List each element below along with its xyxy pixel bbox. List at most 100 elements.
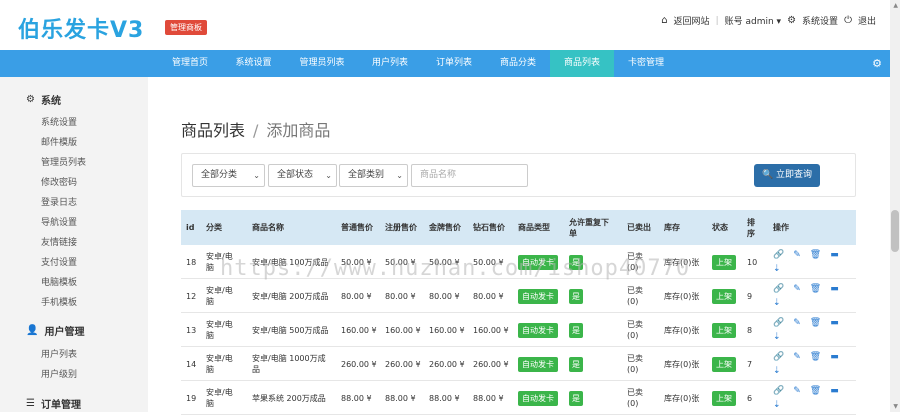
card-icon[interactable]: ▬	[830, 250, 839, 261]
col-ops: 操作	[773, 223, 789, 232]
nav-item-admin-list[interactable]: 管理员列表	[290, 50, 354, 77]
nav-item-card-management[interactable]: 卡密管理	[618, 50, 674, 77]
cell-id: 18	[186, 257, 197, 267]
logout-link[interactable]: 退出	[858, 14, 876, 27]
cell-status: 上架	[712, 279, 736, 313]
sidebar-item-change-password[interactable]: 修改密码	[41, 175, 77, 188]
cell-name: 安卓/电脑 1000万成品	[252, 354, 326, 374]
card-icon[interactable]: ▬	[830, 284, 839, 295]
breadcrumb-add-product[interactable]: 添加商品	[266, 121, 330, 140]
chevron-down-icon: ⌄	[253, 171, 260, 180]
account-label: 账号 admin	[724, 17, 774, 27]
sidebar-item-mail-template[interactable]: 邮件模版	[41, 135, 77, 148]
repeat-badge: 是	[569, 390, 583, 406]
cell-status: 上架	[712, 313, 736, 347]
sidebar-item-pc-template[interactable]: 电脑模板	[41, 275, 77, 288]
repeat-badge: 是	[569, 356, 583, 372]
cell-sold: 已卖(0)	[627, 286, 643, 306]
status-badge[interactable]: 上架	[712, 322, 736, 338]
cell-sold: 已卖(0)	[627, 354, 643, 374]
sidebar-item-login-log[interactable]: 登录日志	[41, 195, 77, 208]
cell-id: 19	[186, 393, 197, 403]
scrollbar[interactable]: ▲ ▼	[890, 0, 900, 412]
status-select[interactable]: 全部状态 ⌄	[268, 164, 337, 187]
link-icon[interactable]: 🔗	[773, 318, 784, 329]
sidebar-section-order-management[interactable]: ☰ 订单管理	[26, 396, 81, 411]
download-icon[interactable]: ⇣	[773, 332, 781, 343]
edit-icon[interactable]: ✎	[793, 318, 801, 329]
cell-ops: 🔗 ✎ 🗑 ▬ ⇣	[773, 245, 843, 279]
download-icon[interactable]: ⇣	[773, 400, 781, 411]
sidebar-item-system-settings[interactable]: 系统设置	[41, 115, 77, 128]
trash-icon[interactable]: 🗑	[810, 386, 821, 397]
sidebar-item-user-level[interactable]: 用户级别	[41, 367, 77, 380]
sidebar-section-system[interactable]: ⚙ 系统	[26, 92, 61, 107]
nav-item-order-list[interactable]: 订单列表	[426, 50, 482, 77]
divider: |	[715, 15, 719, 26]
cell-stock: 库存(0)张	[664, 359, 700, 369]
edit-icon[interactable]: ✎	[793, 386, 801, 397]
logo-badge: 管理商板	[165, 20, 207, 35]
nav-item-product-list[interactable]: 商品列表	[550, 50, 614, 77]
cell-sort: 10	[747, 257, 758, 267]
download-icon[interactable]: ⇣	[773, 298, 781, 309]
settings-link[interactable]: 系统设置	[802, 14, 838, 27]
col-name: 商品名称	[252, 223, 284, 232]
sidebar-item-payment-settings[interactable]: 支付设置	[41, 255, 77, 268]
back-site-link[interactable]: 返回网站	[674, 14, 710, 27]
status-badge[interactable]: 上架	[712, 254, 736, 270]
product-name-input[interactable]: 商品名称	[411, 164, 528, 187]
nav-item-product-category[interactable]: 商品分类	[490, 50, 546, 77]
nav-item-system-settings[interactable]: 系统设置	[225, 50, 282, 77]
col-price-normal: 普通售价	[341, 223, 373, 232]
sidebar-item-mobile-template[interactable]: 手机模板	[41, 295, 77, 308]
sidebar-item-user-list[interactable]: 用户列表	[41, 347, 77, 360]
link-icon[interactable]: 🔗	[773, 386, 784, 397]
account-dropdown[interactable]: 账号 admin ▾	[725, 14, 781, 27]
trash-icon[interactable]: 🗑	[810, 318, 821, 329]
edit-icon[interactable]: ✎	[793, 284, 801, 295]
power-icon: ⏻	[844, 15, 852, 26]
status-badge[interactable]: 上架	[712, 390, 736, 406]
sidebar-item-friend-links[interactable]: 友情链接	[41, 235, 77, 248]
card-icon[interactable]: ▬	[830, 318, 839, 329]
col-price-register: 注册售价	[385, 223, 417, 232]
nav-item-user-list[interactable]: 用户列表	[362, 50, 418, 77]
cell-id: 12	[186, 291, 197, 301]
cell-repeat: 是	[569, 381, 583, 415]
type-select[interactable]: 全部类别 ⌄	[339, 164, 408, 187]
row-actions: 🔗 ✎ 🗑 ▬ ⇣	[773, 386, 843, 411]
trash-icon[interactable]: 🗑	[810, 284, 821, 295]
scroll-down-icon[interactable]: ▼	[893, 403, 898, 410]
cell-p1: 88.00 ¥	[341, 393, 372, 403]
sidebar-item-nav-settings[interactable]: 导航设置	[41, 215, 77, 228]
nav-item-home[interactable]: 管理首页	[160, 50, 220, 77]
type-badge: 自动发卡	[518, 390, 558, 406]
link-icon[interactable]: 🔗	[773, 250, 784, 261]
cell-p2: 260.00 ¥	[385, 359, 421, 369]
status-badge[interactable]: 上架	[712, 288, 736, 304]
edit-icon[interactable]: ✎	[793, 352, 801, 363]
query-button[interactable]: 🔍 立即查询	[754, 164, 820, 187]
trash-icon[interactable]: 🗑	[810, 352, 821, 363]
table-row: 19 安卓/电脑 苹果系统 200万成品 88.00 ¥ 88.00 ¥ 88.00 ¥ 8…	[181, 381, 856, 415]
download-icon[interactable]: ⇣	[773, 366, 781, 377]
cell-type: 自动发卡	[518, 347, 558, 381]
cell-sort: 8	[747, 325, 753, 335]
sidebar-section-user-management[interactable]: 👤 用户管理	[26, 323, 84, 338]
edit-icon[interactable]: ✎	[793, 250, 801, 261]
nav-gear-icon[interactable]: ⚙	[872, 50, 882, 77]
card-icon[interactable]: ▬	[830, 352, 839, 363]
link-icon[interactable]: 🔗	[773, 352, 784, 363]
trash-icon[interactable]: 🗑	[810, 250, 821, 261]
cell-category: 安卓/电脑	[206, 320, 233, 340]
card-icon[interactable]: ▬	[830, 386, 839, 397]
download-icon[interactable]: ⇣	[773, 264, 781, 275]
cell-sort: 6	[747, 393, 753, 403]
scroll-thumb[interactable]	[891, 210, 899, 252]
status-badge[interactable]: 上架	[712, 356, 736, 372]
scroll-up-icon[interactable]: ▲	[893, 2, 898, 9]
link-icon[interactable]: 🔗	[773, 284, 784, 295]
sidebar-item-admin-list[interactable]: 管理员列表	[41, 155, 86, 168]
category-select[interactable]: 全部分类 ⌄	[192, 164, 265, 187]
